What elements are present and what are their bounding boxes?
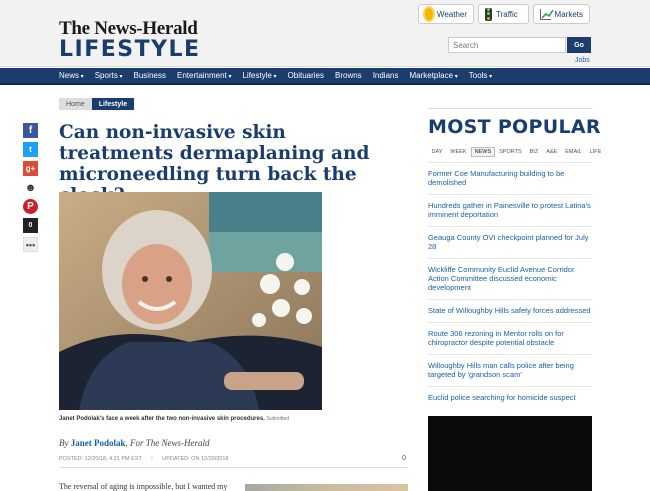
nav-lifestyle[interactable]: Lifestyle — [242, 71, 276, 80]
traffic-label: Traffic — [496, 9, 518, 19]
byline: By Janet Podolak, For The News-Herald — [59, 438, 210, 448]
author-link[interactable]: Janet Podolak — [71, 438, 126, 448]
traffic-button[interactable]: Traffic — [478, 4, 529, 24]
search-button[interactable]: Go — [567, 37, 591, 53]
search-input[interactable] — [448, 37, 566, 53]
article-photo[interactable] — [59, 192, 322, 410]
nav-obituaries[interactable]: Obituaries — [288, 71, 324, 80]
advertisement[interactable] — [428, 416, 592, 491]
list-item[interactable]: Willoughby Hills man calls police after … — [428, 354, 592, 386]
list-item[interactable]: Former Coe Manufacturing building to be … — [428, 162, 592, 194]
inline-image[interactable] — [245, 484, 408, 491]
markets-button[interactable]: Markets — [533, 4, 590, 24]
tab-ae[interactable]: A&E — [543, 147, 561, 157]
caption-text: Janet Podolak's face a week after the tw… — [59, 416, 265, 422]
weather-button[interactable]: Weather — [418, 4, 474, 24]
nav-indians[interactable]: Indians — [373, 71, 399, 80]
list-item[interactable]: Euclid police searching for homicide sus… — [428, 386, 592, 409]
byline-publication: , For The News-Herald — [125, 438, 210, 448]
comments-icon[interactable]: 0 — [23, 218, 38, 233]
nav-entertainment[interactable]: Entertainment — [177, 71, 232, 80]
chart-icon — [540, 8, 554, 20]
comment-count[interactable]: 0 — [402, 455, 406, 462]
share-bar: f t g+ ☻ P 0 ••• — [23, 123, 38, 252]
list-item[interactable]: Wickliffe Community Euclid Avenue Corrid… — [428, 258, 592, 299]
tab-day[interactable]: DAY — [428, 147, 446, 157]
divider — [59, 467, 408, 468]
article-meta: POSTED: 12/20/18, 4:21 PM EST | UPDATED:… — [59, 455, 408, 462]
nav-tools[interactable]: Tools — [469, 71, 492, 80]
nav-marketplace[interactable]: Marketplace — [409, 71, 457, 80]
photo-caption: Janet Podolak's face a week after the tw… — [59, 416, 289, 422]
tab-life[interactable]: LIFE — [586, 147, 605, 157]
pinterest-icon[interactable]: P — [23, 199, 38, 214]
list-item[interactable]: Route 306 rezoning in Mentor rolls on fo… — [428, 322, 592, 354]
jobs-link[interactable]: Jobs — [575, 57, 590, 64]
google-plus-icon[interactable]: g+ — [23, 161, 38, 176]
section-title[interactable]: LIFESTYLE — [59, 37, 201, 62]
list-item[interactable]: Geauga County OVI checkpoint planned for… — [428, 226, 592, 258]
nav-browns[interactable]: Browns — [335, 71, 362, 80]
most-popular-tabs: DAY WEEK NEWS SPORTS BIZ A&E EMAIL LIFE — [428, 147, 605, 157]
more-icon[interactable]: ••• — [23, 237, 38, 252]
tab-sports[interactable]: SPORTS — [496, 147, 526, 157]
tab-biz[interactable]: BIZ — [526, 147, 542, 157]
tab-email[interactable]: EMAIL — [562, 147, 586, 157]
nav-sports[interactable]: Sports — [95, 71, 123, 80]
list-item[interactable]: State of Willoughby Hills safety forces … — [428, 299, 592, 322]
traffic-light-icon — [485, 7, 492, 21]
utility-bar: Weather Traffic Markets — [418, 4, 590, 24]
most-popular-title: MOST POPULAR — [428, 116, 601, 138]
reddit-icon[interactable]: ☻ — [23, 180, 38, 195]
markets-label: Markets — [554, 9, 583, 19]
meta-separator: | — [151, 456, 153, 462]
breadcrumb-home[interactable]: Home — [59, 98, 92, 110]
byline-prefix: By — [59, 438, 69, 448]
posted-date: POSTED: 12/20/18, 4:21 PM EST — [59, 456, 142, 462]
breadcrumb: Home Lifestyle — [59, 98, 135, 110]
list-item[interactable]: Hundreds gather in Painesville to protes… — [428, 194, 592, 226]
sun-icon — [425, 8, 433, 20]
facebook-icon[interactable]: f — [23, 123, 38, 138]
twitter-icon[interactable]: t — [23, 142, 38, 157]
tab-week[interactable]: WEEK — [447, 147, 470, 157]
updated-date: UPDATED: ON 12/20/2018 — [162, 456, 229, 462]
main-nav: News Sports Business Entertainment Lifes… — [0, 68, 650, 85]
sidebar-divider — [428, 108, 592, 109]
nav-business[interactable]: Business — [134, 71, 166, 80]
nav-news[interactable]: News — [59, 71, 84, 80]
most-popular-list: Former Coe Manufacturing building to be … — [428, 162, 592, 409]
caption-credit: Submitted — [266, 416, 290, 422]
breadcrumb-current[interactable]: Lifestyle — [91, 98, 135, 110]
tab-news[interactable]: NEWS — [471, 147, 495, 157]
article-body: The reversal of aging is impossible, but… — [59, 482, 228, 491]
weather-label: Weather — [436, 9, 467, 19]
site-header: The News-Herald LIFESTYLE Weather Traffi… — [0, 0, 650, 67]
